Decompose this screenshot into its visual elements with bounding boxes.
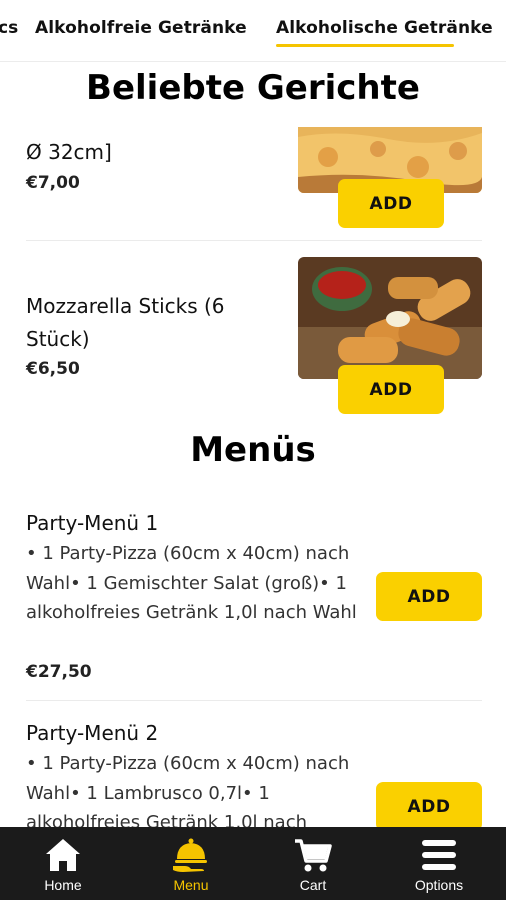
menu-name: Party-Menü 1 — [26, 511, 159, 535]
cloche-icon — [173, 838, 207, 872]
menu-description: • 1 Party-Pizza (60cm x 40cm) nach Wahl•… — [26, 753, 350, 827]
section-title-menus: Menüs — [190, 430, 316, 470]
tab-alkoholische-getraenke[interactable]: Alkoholische Getränke — [276, 18, 493, 38]
active-tab-indicator — [276, 44, 454, 47]
dish-name: Mozzarella Sticks (6 Stück) — [26, 294, 225, 351]
add-button[interactable]: ADD — [338, 179, 444, 228]
add-button[interactable]: ADD — [376, 572, 482, 621]
category-tab-bar: cs Alkoholfreie Getränke Alkoholische Ge… — [0, 0, 506, 62]
dish-price: €7,00 — [26, 173, 80, 193]
divider — [26, 700, 482, 701]
nav-options[interactable]: Options — [376, 827, 502, 900]
dish-price: €6,50 — [26, 359, 80, 379]
nav-label: Home — [44, 877, 82, 893]
section-title-popular: Beliebte Gerichte — [86, 68, 420, 108]
divider — [26, 240, 482, 241]
add-button[interactable]: ADD — [376, 782, 482, 827]
nav-cart[interactable]: Cart — [250, 827, 376, 900]
mozzarella-sticks-image[interactable] — [298, 257, 482, 379]
hamburger-icon — [422, 840, 456, 870]
nav-label: Cart — [299, 877, 327, 893]
cart-icon — [295, 839, 332, 872]
menu-price: €27,50 — [26, 662, 92, 682]
nav-menu[interactable]: Menu — [128, 827, 254, 900]
menu-description: • 1 Party-Pizza (60cm x 40cm) nach Wahl•… — [26, 543, 357, 623]
menu-content[interactable]: Beliebte Gerichte Ø 32cm] €7,00 ADD Mozz… — [0, 62, 506, 827]
home-icon — [46, 839, 80, 871]
menu-name: Party-Menü 2 — [26, 721, 159, 745]
nav-label: Options — [414, 877, 464, 893]
add-button[interactable]: ADD — [338, 365, 444, 414]
nav-label: Menu — [173, 877, 209, 893]
bottom-navigation: Home Menu Cart Options — [0, 827, 506, 900]
tab-snacks[interactable]: cs — [0, 18, 18, 38]
nav-home[interactable]: Home — [0, 827, 126, 900]
tab-alkoholfreie-getraenke[interactable]: Alkoholfreie Getränke — [35, 18, 247, 38]
dish-name: Ø 32cm] — [26, 140, 112, 164]
